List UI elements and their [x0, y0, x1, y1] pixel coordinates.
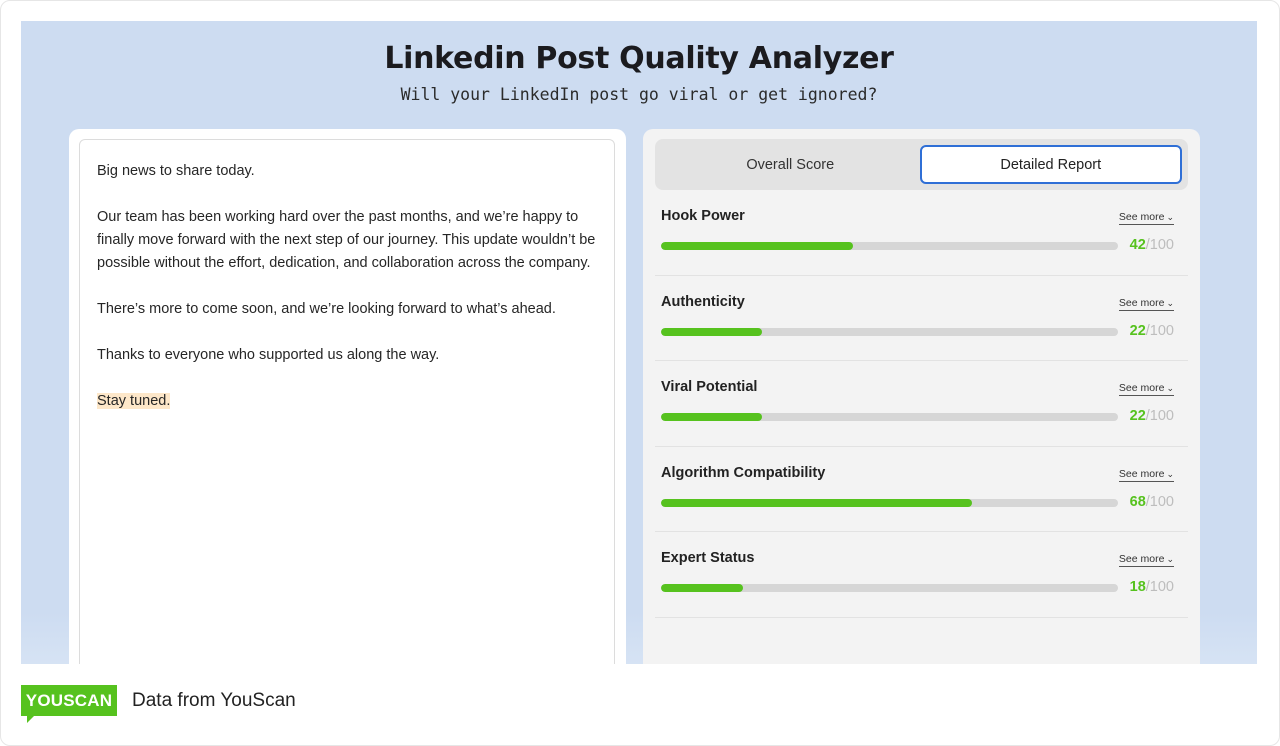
score-number: 42: [1129, 237, 1146, 253]
score-value: 18/100: [1130, 579, 1174, 595]
post-paragraph: Big news to share today.: [97, 163, 255, 179]
score-number: 22: [1129, 408, 1146, 424]
chevron-down-icon: ⌄: [1166, 554, 1174, 564]
report-panel: Overall Score Detailed Report Hook Power…: [643, 129, 1200, 664]
score-bar-fill: [661, 242, 853, 250]
score-bar-track: [661, 242, 1118, 250]
tab-overall-score[interactable]: Overall Score: [661, 145, 920, 184]
see-more-button[interactable]: See more ⌄: [1118, 296, 1174, 311]
report-tabs: Overall Score Detailed Report: [655, 139, 1188, 190]
score-value: 22/100: [1130, 408, 1174, 424]
page-subtitle: Will your LinkedIn post go viral or get …: [400, 85, 878, 104]
score-max: /100: [1145, 408, 1174, 424]
score-bar-track: [661, 584, 1118, 592]
metric-row: Expert Status See more ⌄ 18/100: [655, 532, 1188, 618]
post-paragraph: Our team has been working hard over the …: [97, 209, 596, 271]
see-more-label: See more: [1118, 296, 1165, 309]
metric-name: Algorithm Compatibility: [661, 464, 826, 481]
score-bar-track: [661, 327, 1118, 336]
metric-name: Authenticity: [661, 293, 745, 310]
score-number: 68: [1129, 493, 1146, 510]
score-bar-fill: [661, 498, 972, 507]
score-max: /100: [1145, 237, 1174, 253]
score-bar-track: [661, 413, 1118, 421]
metric-row: Viral Potential See more ⌄ 22/100: [655, 361, 1188, 447]
post-paragraph-highlighted: Stay tuned.: [97, 390, 598, 413]
see-more-button[interactable]: See more ⌄: [1118, 382, 1174, 396]
score-number: 22: [1129, 322, 1146, 339]
post-input-panel: Big news to share today. Our team has be…: [69, 129, 626, 664]
score-bar-fill: [661, 413, 762, 421]
metric-name: Hook Power: [661, 208, 745, 224]
score-bar-fill: [661, 584, 744, 592]
metric-row: Algorithm Compatibility See more ⌄ 68/100: [655, 447, 1188, 532]
score-value: 22/100: [1130, 323, 1174, 339]
metric-name: Viral Potential: [661, 379, 758, 395]
chevron-down-icon: ⌄: [1166, 212, 1174, 222]
tab-detailed-report[interactable]: Detailed Report: [919, 145, 1182, 184]
source-credit: Data from YouScan: [132, 690, 296, 711]
score-max: /100: [1145, 579, 1174, 595]
score-bar-fill: [661, 327, 762, 336]
see-more-label: See more: [1118, 553, 1165, 565]
post-paragraph: Thanks to everyone who supported us alon…: [97, 347, 440, 363]
metric-row: Authenticity See more ⌄ 22/100: [655, 276, 1188, 361]
chevron-down-icon: ⌄: [1166, 383, 1174, 393]
chevron-down-icon: ⌄: [1166, 297, 1174, 308]
logo-tail: [27, 716, 34, 723]
post-text-editor[interactable]: Big news to share today. Our team has be…: [79, 139, 615, 664]
see-more-button[interactable]: See more ⌄: [1118, 211, 1174, 225]
score-max: /100: [1145, 322, 1174, 339]
metric-name: Expert Status: [661, 550, 755, 566]
metric-row: Hook Power See more ⌄ 42/100: [655, 190, 1188, 276]
highlighted-text: Stay tuned.: [97, 393, 171, 409]
chevron-down-icon: ⌄: [1166, 468, 1174, 479]
score-value: 68/100: [1130, 494, 1174, 510]
score-number: 18: [1129, 579, 1146, 595]
score-max: /100: [1145, 493, 1174, 510]
see-more-label: See more: [1118, 467, 1165, 480]
page-title: Linkedin Post Quality Analyzer: [384, 41, 894, 76]
see-more-button[interactable]: See more ⌄: [1118, 553, 1174, 567]
score-value: 42/100: [1130, 237, 1174, 253]
analyzer-app: Linkedin Post Quality Analyzer Will your…: [21, 21, 1257, 664]
metrics-list: Hook Power See more ⌄ 42/100 Authenticity See…: [655, 190, 1188, 618]
see-more-button[interactable]: See more ⌄: [1118, 467, 1174, 482]
see-more-label: See more: [1118, 211, 1165, 223]
youscan-logo: YOUSCAN: [21, 685, 117, 716]
score-bar-track: [661, 498, 1118, 507]
post-paragraph: There’s more to come soon, and we’re loo…: [97, 301, 556, 317]
see-more-label: See more: [1118, 382, 1165, 394]
